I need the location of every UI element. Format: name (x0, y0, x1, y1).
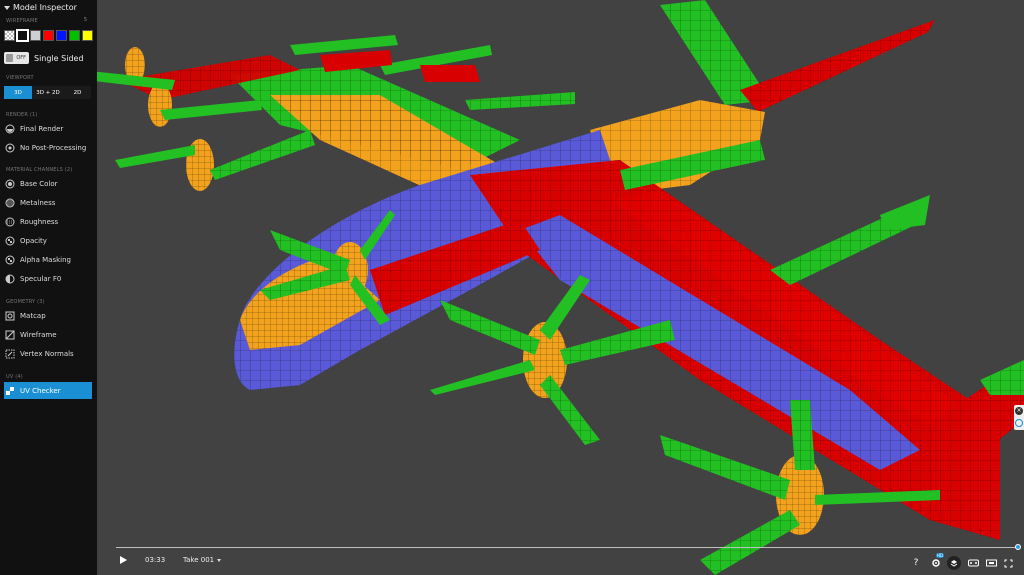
tab-3d-2d[interactable]: 3D + 2D (32, 86, 64, 99)
menu-specular-f0[interactable]: Specular F0 (4, 271, 92, 287)
toggle-state: OFF (16, 55, 26, 61)
side-toolbar: × (1014, 405, 1024, 430)
vertex-normals-icon (4, 348, 16, 360)
menu-label: Wireframe (20, 331, 57, 339)
screenshot-icon[interactable] (985, 557, 997, 569)
swatch-checker[interactable] (4, 30, 15, 41)
target-icon[interactable] (1015, 419, 1023, 427)
close-icon[interactable]: × (1015, 407, 1023, 415)
wireframe-label: WIREFRAME (6, 18, 38, 24)
uv-label: UV (4) (6, 374, 23, 380)
menu-label: Metalness (20, 199, 56, 207)
menu-label: Specular F0 (20, 275, 62, 283)
menu-label: Alpha Masking (20, 256, 71, 264)
layers-icon[interactable] (947, 556, 961, 570)
swatch-green[interactable] (69, 30, 80, 41)
menu-label: Matcap (20, 312, 46, 320)
post-processing-icon (4, 142, 16, 154)
help-icon[interactable]: ? (910, 557, 922, 569)
menu-roughness[interactable]: Roughness (4, 214, 92, 230)
menu-matcap[interactable]: Matcap (4, 308, 92, 324)
roughness-icon (4, 216, 16, 228)
final-render-icon (4, 123, 16, 135)
hd-badge: HD (936, 553, 945, 558)
menu-wireframe[interactable]: Wireframe (4, 327, 92, 343)
single-sided-toggle[interactable]: OFF (4, 52, 29, 64)
vr-icon[interactable] (967, 557, 979, 569)
uv-checker-icon (4, 385, 16, 397)
chevron-down-icon (217, 558, 222, 562)
base-color-icon (4, 178, 16, 190)
menu-label: No Post-Processing (20, 144, 87, 152)
viewport-tabs: 3D 3D + 2D 2D (4, 86, 91, 99)
swatch-yellow[interactable] (82, 30, 93, 41)
play-button[interactable] (120, 556, 127, 564)
swatch-black[interactable] (16, 29, 29, 42)
play-icon (120, 556, 127, 564)
menu-label: Base Color (20, 180, 58, 188)
menu-opacity[interactable]: Opacity (4, 233, 92, 249)
take-label: Take 001 (183, 556, 215, 564)
wireframe-icon (4, 329, 16, 341)
take-selector[interactable]: Take 001 (183, 556, 222, 564)
timeline-knob[interactable] (1015, 544, 1021, 550)
menu-label: Opacity (20, 237, 47, 245)
timeline-track[interactable] (116, 547, 1020, 548)
swatch-gray[interactable] (30, 30, 41, 41)
menu-label: Vertex Normals (20, 350, 74, 358)
inspector-header[interactable]: Model Inspector (4, 3, 77, 12)
swatch-red[interactable] (43, 30, 54, 41)
specular-icon (4, 273, 16, 285)
tab-3d[interactable]: 3D (4, 86, 32, 99)
3d-viewport[interactable] (97, 0, 1024, 575)
wireframe-count: 5 (83, 17, 87, 23)
collapse-caret-icon[interactable] (4, 5, 10, 10)
menu-alpha-masking[interactable]: Alpha Masking (4, 252, 92, 268)
menu-no-post-processing[interactable]: No Post-Processing (4, 140, 92, 156)
menu-label: Roughness (20, 218, 59, 226)
render-label: RENDER (1) (6, 112, 38, 118)
inspector-panel: Model Inspector WIREFRAME 5 OFF Single S… (0, 0, 97, 575)
inspector-title: Model Inspector (13, 3, 77, 12)
viewport-label: VIEWPORT (6, 75, 34, 81)
swatch-blue[interactable] (56, 30, 67, 41)
menu-final-render[interactable]: Final Render (4, 121, 92, 137)
tab-2d[interactable]: 2D (64, 86, 91, 99)
metalness-icon (4, 197, 16, 209)
settings-icon[interactable]: HD (930, 553, 945, 569)
menu-label: UV Checker (20, 386, 61, 395)
menu-vertex-normals[interactable]: Vertex Normals (4, 346, 92, 362)
menu-uv-checker[interactable]: UV Checker (4, 382, 92, 399)
aircraft-model (97, 0, 1024, 575)
geometry-label: GEOMETRY (3) (6, 299, 45, 305)
matcap-icon (4, 310, 16, 322)
menu-label: Final Render (20, 125, 64, 133)
wireframe-color-swatches (4, 29, 93, 42)
menu-base-color[interactable]: Base Color (4, 176, 92, 192)
time-display: 03:33 (145, 556, 166, 564)
single-sided-label: Single Sided (34, 53, 84, 63)
alpha-masking-icon (4, 254, 16, 266)
single-sided-row: OFF Single Sided (4, 52, 84, 64)
fullscreen-icon[interactable] (1002, 557, 1014, 569)
opacity-icon (4, 235, 16, 247)
material-channels-label: MATERIAL CHANNELS (2) (6, 167, 73, 173)
menu-metalness[interactable]: Metalness (4, 195, 92, 211)
